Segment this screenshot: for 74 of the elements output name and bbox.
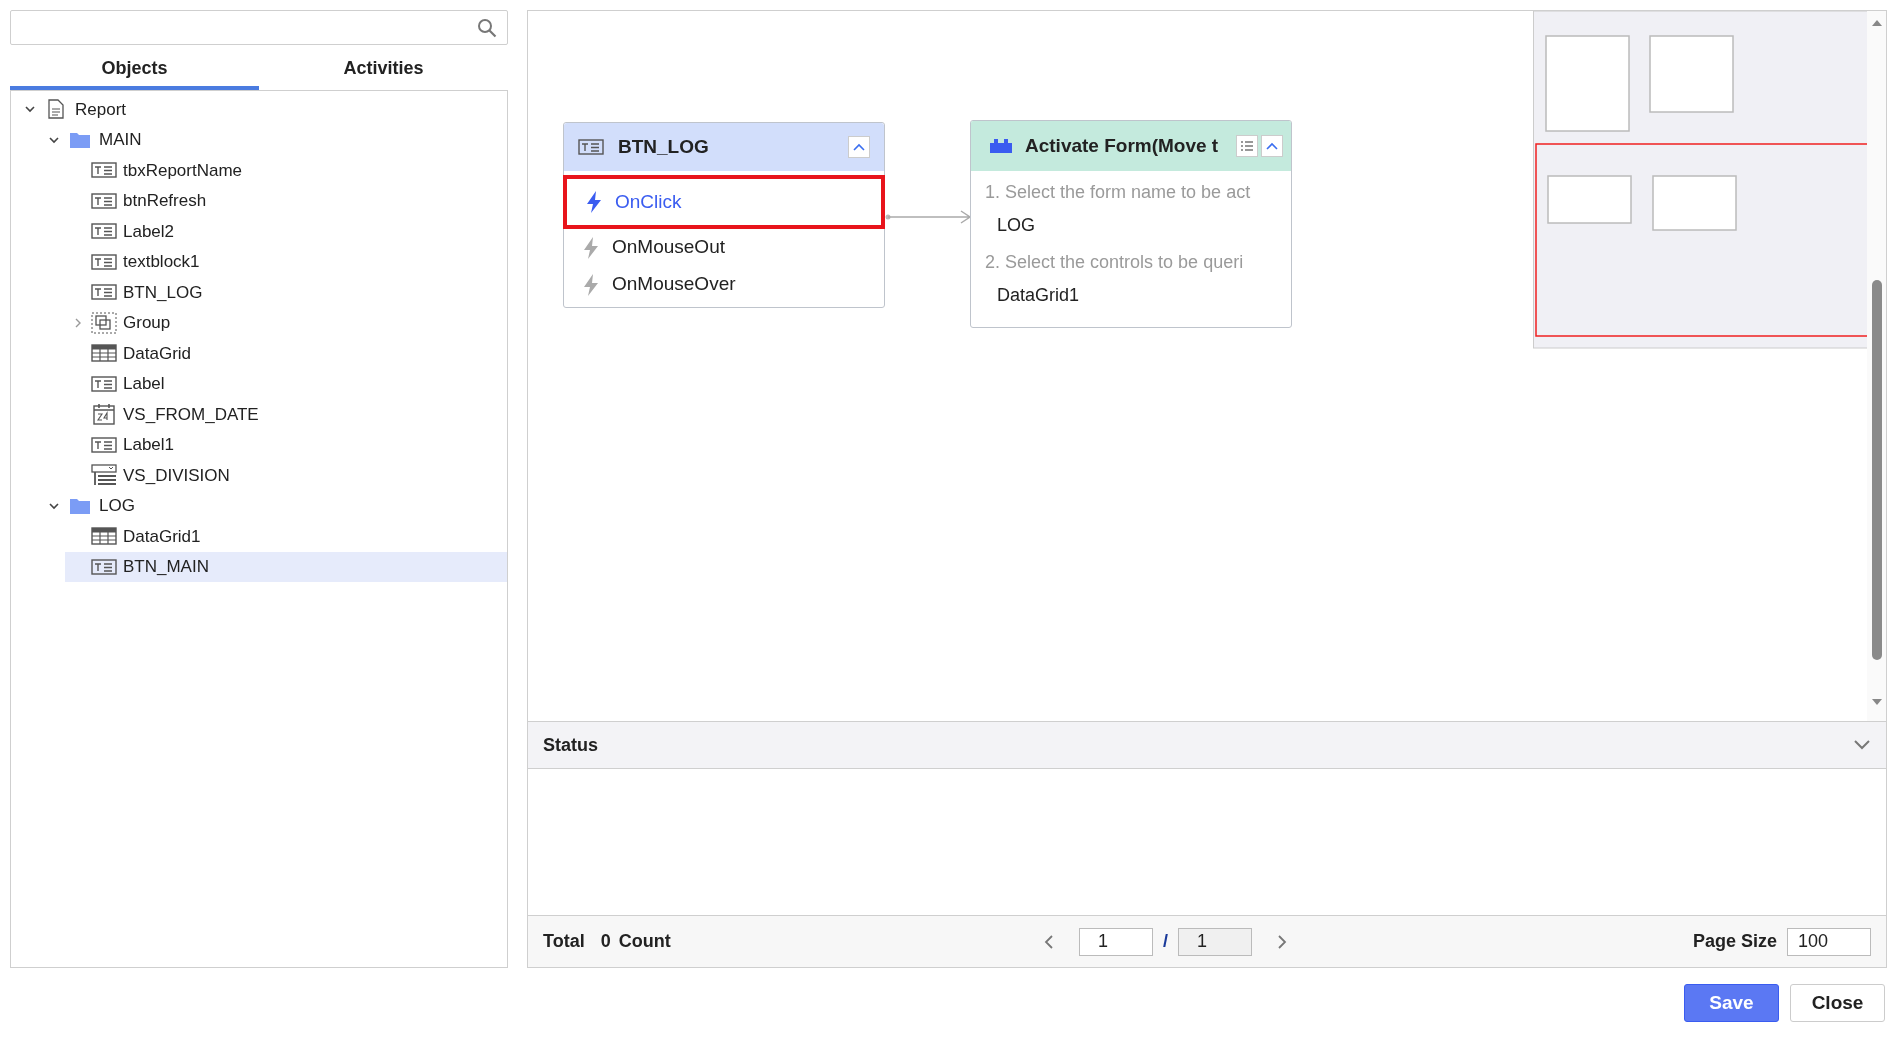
search-field[interactable] bbox=[10, 10, 508, 45]
textbox-icon bbox=[91, 436, 117, 453]
activity-node[interactable]: Activate Form(Move t 1. Select the form name to be act LOG 2. Select the controls to be queri DataGrid1 bbox=[970, 120, 1292, 328]
status-header[interactable]: Status bbox=[528, 721, 1886, 769]
folder-icon bbox=[69, 130, 91, 149]
page-separator: / bbox=[1163, 930, 1168, 953]
event-item[interactable]: OnClick bbox=[563, 175, 885, 229]
list-button[interactable] bbox=[1236, 135, 1258, 157]
tree-item[interactable]: VS_DIVISION bbox=[65, 460, 507, 491]
tree-item[interactable]: tbxReportName bbox=[65, 155, 507, 186]
dropdown-list-icon bbox=[91, 464, 117, 487]
event-item[interactable]: OnMouseOut bbox=[564, 229, 884, 266]
table-icon bbox=[91, 527, 117, 546]
tree-item[interactable]: Label bbox=[65, 368, 507, 399]
tree-item[interactable]: VS_FROM_DATE bbox=[65, 399, 507, 430]
collapse-button[interactable] bbox=[1261, 135, 1283, 157]
next-page-icon[interactable] bbox=[1276, 934, 1288, 949]
collapse-button[interactable] bbox=[848, 136, 870, 158]
chevron-up-icon bbox=[853, 143, 865, 151]
textbox-icon bbox=[91, 558, 117, 575]
tree-item[interactable]: textblock1 bbox=[65, 246, 507, 277]
group-icon bbox=[91, 311, 117, 334]
status-title: Status bbox=[543, 733, 598, 757]
page-input[interactable]: 1 bbox=[1079, 927, 1153, 956]
tree-item[interactable]: DataGrid1 bbox=[65, 521, 507, 552]
blocks-icon bbox=[989, 138, 1013, 154]
tree-item[interactable]: DataGrid bbox=[65, 338, 507, 369]
document-icon bbox=[47, 99, 65, 120]
tree-item[interactable]: Label1 bbox=[65, 429, 507, 460]
step-value: LOG bbox=[996, 214, 1036, 237]
textbox-icon bbox=[91, 192, 117, 209]
lightning-icon bbox=[582, 235, 600, 260]
save-button[interactable]: Save bbox=[1684, 984, 1779, 1022]
total-count: 0 Count bbox=[600, 930, 671, 953]
total-label: Total bbox=[543, 930, 585, 953]
table-icon bbox=[91, 344, 117, 363]
scrollbar-thumb[interactable] bbox=[1871, 280, 1882, 660]
tree-item[interactable]: LOG bbox=[41, 490, 507, 521]
tree-item[interactable]: BTN_LOG bbox=[65, 277, 507, 308]
tree-item[interactable]: btnRefresh bbox=[65, 185, 507, 216]
tree-item[interactable]: Group bbox=[65, 307, 507, 338]
tree-item[interactable]: MAIN bbox=[41, 124, 507, 155]
node-title: BTN_LOG bbox=[618, 134, 709, 159]
tree-item[interactable]: Label2 bbox=[65, 216, 507, 247]
textbox-icon bbox=[91, 284, 117, 301]
close-button[interactable]: Close bbox=[1790, 984, 1885, 1022]
folder-icon bbox=[69, 496, 91, 515]
page-total-field: 1 bbox=[1178, 927, 1252, 956]
chevron-up-icon bbox=[1266, 142, 1278, 150]
node-title: Activate Form(Move t bbox=[1025, 133, 1219, 158]
lightning-icon bbox=[585, 190, 603, 214]
page-size-input[interactable]: 100 bbox=[1787, 927, 1871, 956]
step-label: 1. Select the form name to be act bbox=[985, 181, 1252, 204]
event-item[interactable]: OnMouseOver bbox=[564, 266, 884, 303]
search-icon bbox=[477, 17, 497, 38]
textbox-icon bbox=[578, 139, 604, 155]
tree-item[interactable]: BTN_MAIN bbox=[65, 551, 507, 582]
scroll-down-icon[interactable] bbox=[1870, 698, 1883, 706]
scroll-up-icon[interactable] bbox=[1870, 19, 1883, 27]
textbox-icon bbox=[91, 223, 117, 240]
lightning-icon bbox=[582, 272, 600, 297]
event-node[interactable]: BTN_LOG OnClick OnMouseOut OnMouseOver bbox=[563, 122, 885, 308]
tab[interactable]: Activities bbox=[259, 50, 508, 90]
step-label: 2. Select the controls to be queri bbox=[985, 251, 1245, 274]
calendar-icon bbox=[92, 403, 116, 426]
list-icon bbox=[1240, 140, 1254, 152]
tab[interactable]: Objects bbox=[10, 50, 259, 90]
page-size-label: Page Size bbox=[1692, 930, 1777, 953]
step-value: DataGrid1 bbox=[996, 284, 1081, 307]
textbox-icon bbox=[91, 162, 117, 179]
textbox-icon bbox=[91, 253, 117, 270]
previous-page-icon[interactable] bbox=[1043, 934, 1055, 949]
textbox-icon bbox=[91, 375, 117, 392]
tree-item[interactable]: Report bbox=[17, 94, 507, 125]
